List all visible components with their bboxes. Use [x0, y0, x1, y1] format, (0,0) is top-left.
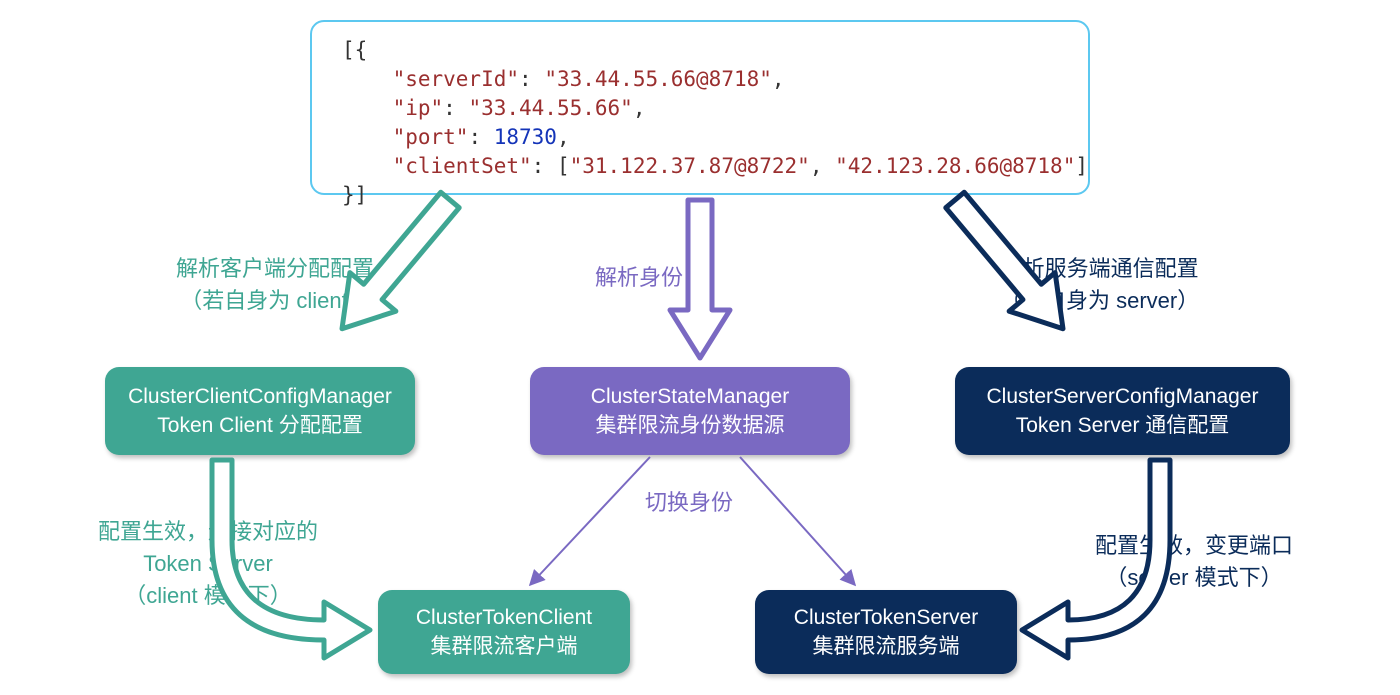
- node-subtitle: 集群限流服务端: [813, 632, 960, 661]
- node-subtitle: Token Client 分配配置: [157, 411, 362, 440]
- node-cluster-server-config-manager: ClusterServerConfigManager Token Server …: [955, 367, 1290, 455]
- config-json-box: [{ "serverId": "33.44.55.66@8718", "ip":…: [310, 20, 1090, 195]
- node-cluster-token-client: ClusterTokenClient 集群限流客户端: [378, 590, 630, 674]
- json-val-port: 18730: [494, 125, 557, 149]
- json-close: }]: [342, 183, 367, 207]
- json-open: [{: [342, 38, 367, 62]
- node-title: ClusterStateManager: [591, 382, 789, 411]
- json-key-ip: "ip": [393, 96, 444, 120]
- node-cluster-client-config-manager: ClusterClientConfigManager Token Client …: [105, 367, 415, 455]
- label-client-effect: 配置生效，连接对应的 Token Server （client 模式下）: [98, 516, 318, 612]
- node-subtitle: 集群限流身份数据源: [596, 411, 785, 440]
- label-parse-client-config: 解析客户端分配配置 （若自身为 client）: [176, 253, 374, 317]
- arrow-csm-to-ctc: [530, 457, 650, 585]
- node-title: ClusterTokenClient: [416, 603, 592, 632]
- node-subtitle: 集群限流客户端: [431, 632, 578, 661]
- arrow-csm-to-cts: [740, 457, 855, 585]
- node-title: ClusterClientConfigManager: [128, 382, 392, 411]
- node-title: ClusterServerConfigManager: [987, 382, 1259, 411]
- json-key-serverId: "serverId": [393, 67, 519, 91]
- node-subtitle: Token Server 通信配置: [1016, 411, 1230, 440]
- node-title: ClusterTokenServer: [794, 603, 978, 632]
- json-key-clientSet: "clientSet": [393, 154, 532, 178]
- label-server-effect: 配置生效，变更端口 （server 模式下）: [1095, 530, 1293, 594]
- json-clientSet-1: "42.123.28.66@8718": [835, 154, 1075, 178]
- label-parse-server-config: 解析服务端通信配置 （若自身为 server）: [1000, 253, 1199, 317]
- json-clientSet-0: "31.122.37.87@8722": [570, 154, 810, 178]
- label-parse-identity: 解析身份: [595, 262, 683, 294]
- node-cluster-token-server: ClusterTokenServer 集群限流服务端: [755, 590, 1017, 674]
- label-switch-identity: 切换身份: [645, 487, 733, 519]
- json-val-serverId: "33.44.55.66@8718": [544, 67, 772, 91]
- node-cluster-state-manager: ClusterStateManager 集群限流身份数据源: [530, 367, 850, 455]
- json-key-port: "port": [393, 125, 469, 149]
- json-val-ip: "33.44.55.66": [468, 96, 632, 120]
